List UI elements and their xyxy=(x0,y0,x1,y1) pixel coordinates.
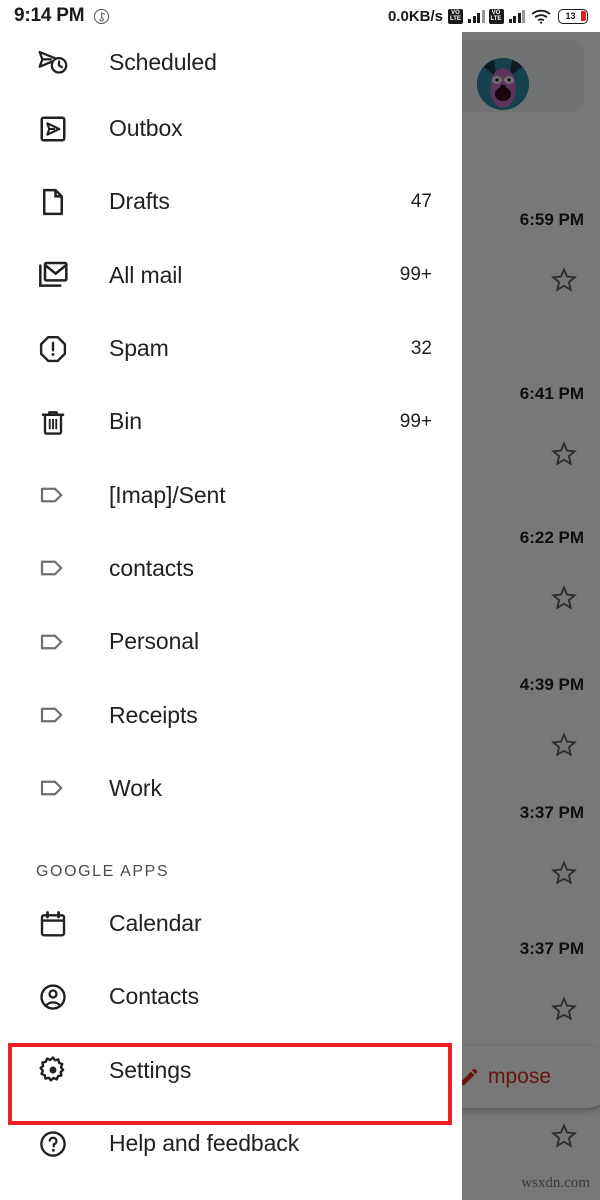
drawer-item-count: 99+ xyxy=(399,410,432,432)
drawer-item-calendar[interactable]: Calendar xyxy=(0,887,462,960)
volte-badge-sim1: VO LTE xyxy=(448,8,463,24)
volte-bottom: LTE xyxy=(450,16,461,22)
drawer-item-label: contacts xyxy=(109,554,194,581)
section-header-google-apps: GOOGLE APPS xyxy=(0,825,462,887)
label-tag-icon xyxy=(36,478,70,512)
drawer-item-settings[interactable]: Settings xyxy=(0,1034,462,1107)
battery-indicator: 13 xyxy=(558,8,588,24)
calendar-icon xyxy=(36,907,70,941)
drawer-item-contacts-app[interactable]: Contacts xyxy=(0,960,462,1033)
drawer-item-label: Personal xyxy=(109,628,199,655)
outbox-icon xyxy=(36,112,70,146)
label-tag-icon xyxy=(36,771,70,805)
draft-page-icon xyxy=(36,185,70,219)
gear-icon xyxy=(36,1053,70,1087)
drawer-item-count: 47 xyxy=(410,190,432,212)
network-speed: 0.0KB/s xyxy=(387,7,443,25)
drawer-item-drafts[interactable]: Drafts 47 xyxy=(0,165,462,238)
spam-icon xyxy=(36,332,70,366)
label-tag-icon xyxy=(36,698,70,732)
drawer-item-spam[interactable]: Spam 32 xyxy=(0,312,462,385)
drawer-item-outbox[interactable]: Outbox xyxy=(0,92,462,165)
section-header-label: GOOGLE APPS xyxy=(36,862,170,880)
wifi-icon xyxy=(531,9,551,24)
phone-screen: 6:59 PM ent D... edIn... 6:41 PM Mar... … xyxy=(0,0,600,1200)
drawer-item-label: Calendar xyxy=(109,910,202,937)
drawer-item-label: Drafts xyxy=(109,188,170,215)
battery-percent: 13 xyxy=(565,11,576,21)
all-mail-icon xyxy=(36,258,70,292)
scheduled-send-icon xyxy=(36,45,70,79)
drawer-item-all-mail[interactable]: All mail 99+ xyxy=(0,239,462,312)
drawer-item-help-and-feedback[interactable]: Help and feedback xyxy=(0,1107,462,1180)
drawer-item-imap-sent[interactable]: [Imap]/Sent xyxy=(0,458,462,531)
drawer-item-label: Scheduled xyxy=(109,48,217,75)
label-tag-icon xyxy=(36,551,70,585)
drawer-item-label: Work xyxy=(109,774,162,801)
status-bar-clock: 9:14 PM xyxy=(14,5,85,26)
drawer-item-label: [Imap]/Sent xyxy=(109,481,226,508)
drawer-item-contacts-label[interactable]: contacts xyxy=(0,532,462,605)
drawer-item-count: 32 xyxy=(410,337,432,359)
status-bar: 9:14 PM 0.0KB/s VO LTE VO LTE 13 xyxy=(0,0,600,32)
signal-bars-sim2 xyxy=(508,9,525,23)
drawer-item-scheduled[interactable]: Scheduled xyxy=(0,32,462,92)
drawer-item-label: Help and feedback xyxy=(109,1130,300,1156)
drawer-item-list: Scheduled Outbox Drafts 47 All mail 99+ … xyxy=(0,32,462,1180)
drawer-item-work[interactable]: Work xyxy=(0,752,462,825)
drawer-item-receipts[interactable]: Receipts xyxy=(0,678,462,751)
drawer-item-bin[interactable]: Bin 99+ xyxy=(0,385,462,458)
status-bar-indicators: 0.0KB/s VO LTE VO LTE 13 xyxy=(388,8,588,25)
drawer-item-label: Contacts xyxy=(109,983,199,1010)
signal-bars-sim1 xyxy=(468,9,485,23)
drawer-item-label: All mail xyxy=(109,261,183,288)
watermark: wsxdn.com xyxy=(521,1175,590,1191)
help-circle-icon xyxy=(36,1127,70,1161)
volte-badge-sim2: VO LTE xyxy=(488,8,504,24)
trash-icon xyxy=(36,405,70,439)
contacts-person-icon xyxy=(36,980,70,1014)
drawer-item-label: Bin xyxy=(109,408,142,435)
navigation-drawer: Scheduled Outbox Drafts 47 All mail 99+ … xyxy=(0,32,462,1200)
volte-bottom: LTE xyxy=(490,16,502,22)
drawer-item-label: Outbox xyxy=(109,115,183,142)
drawer-item-count: 99+ xyxy=(399,264,432,286)
drawer-item-label: Settings xyxy=(109,1056,192,1083)
drawer-item-personal[interactable]: Personal xyxy=(0,605,462,678)
music-note-icon xyxy=(93,8,110,25)
drawer-item-label: Receipts xyxy=(109,701,198,728)
drawer-item-label: Spam xyxy=(109,335,169,362)
label-tag-icon xyxy=(36,625,70,659)
